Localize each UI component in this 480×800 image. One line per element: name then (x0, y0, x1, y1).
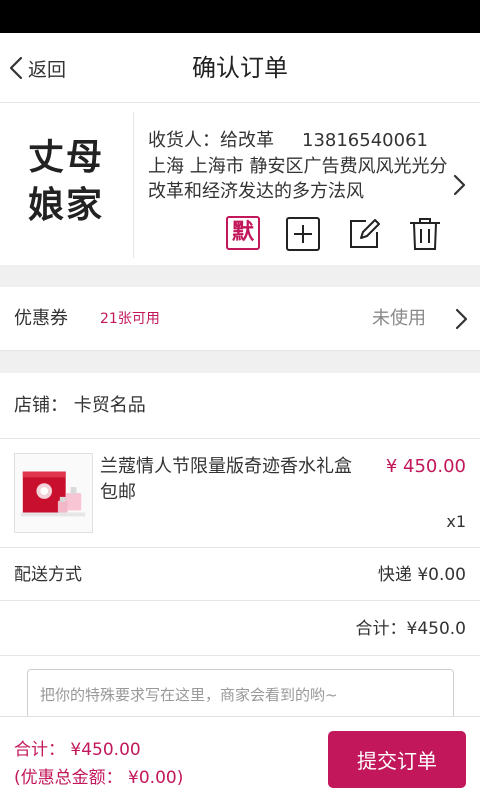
discount-amount: (优惠总金额： ¥0.00) (14, 768, 184, 788)
address-avatar-text: 丈母娘家 (28, 137, 105, 226)
address-actions: 默 (226, 216, 443, 252)
address-detail: 上海 上海市 静安区广告费风风光光分改革和经济发达的多方法风 (148, 156, 448, 202)
product-price: ¥ 450.00 (385, 456, 466, 477)
store-row: 店铺： 卡贸名品 (0, 373, 480, 439)
address-card[interactable]: 丈母娘家 收货人：给改革 13816540061 上海 上海市 静安区广告费风风光… (0, 104, 480, 265)
shipping-label: 配送方式 (14, 565, 82, 585)
back-label: 返回 (28, 58, 67, 81)
back-button[interactable]: 返回 (4, 33, 66, 103)
chevron-left-icon (9, 56, 23, 80)
status-bar (0, 0, 480, 33)
total-amount: 合计： ¥450.00 (14, 740, 141, 760)
store-name: 店铺： 卡贸名品 (14, 395, 146, 416)
consignee-name: 给改革 (220, 130, 274, 151)
product-row[interactable]: 兰蔻情人节限量版奇迹香水礼盒 包邮 ¥ 450.00 x1 (0, 440, 480, 548)
shipping-value: 快递 ¥0.00 (377, 565, 466, 585)
product-image (14, 453, 93, 533)
coupon-label: 优惠券 (14, 308, 68, 329)
chevron-right-icon[interactable] (449, 170, 469, 200)
default-icon[interactable]: 默 (226, 216, 260, 250)
consignee-phone: 13816540061 (302, 130, 428, 151)
coupon-status: 未使用 (372, 308, 426, 329)
subtotal-row: 合计：¥450.0 (0, 602, 480, 656)
coupon-row[interactable]: 优惠券 21张可用 未使用 (0, 287, 480, 351)
edit-icon[interactable] (346, 216, 382, 252)
coupon-available: 21张可用 (100, 311, 160, 327)
submit-order-button[interactable]: 提交订单 (328, 731, 466, 788)
consignee-label: 收货人： (148, 130, 220, 151)
nav-bar: 返回 确认订单 (0, 33, 480, 103)
section-gap (0, 351, 480, 373)
consignee-line: 收货人：给改革 13816540061 (148, 126, 428, 152)
shipping-row[interactable]: 配送方式 快递 ¥0.00 (0, 549, 480, 601)
add-icon[interactable] (285, 216, 321, 252)
delete-icon[interactable] (407, 216, 443, 252)
bottom-bar: 合计： ¥450.00 (优惠总金额： ¥0.00) 提交订单 (0, 716, 480, 800)
chevron-right-icon (455, 308, 468, 330)
product-quantity: x1 (446, 512, 466, 531)
page-title: 确认订单 (192, 54, 288, 82)
product-name: 兰蔻情人节限量版奇迹香水礼盒 包邮 (100, 456, 352, 503)
subtotal-text: 合计：¥450.0 (355, 619, 466, 639)
section-gap (0, 265, 480, 287)
address-divider (133, 112, 134, 258)
